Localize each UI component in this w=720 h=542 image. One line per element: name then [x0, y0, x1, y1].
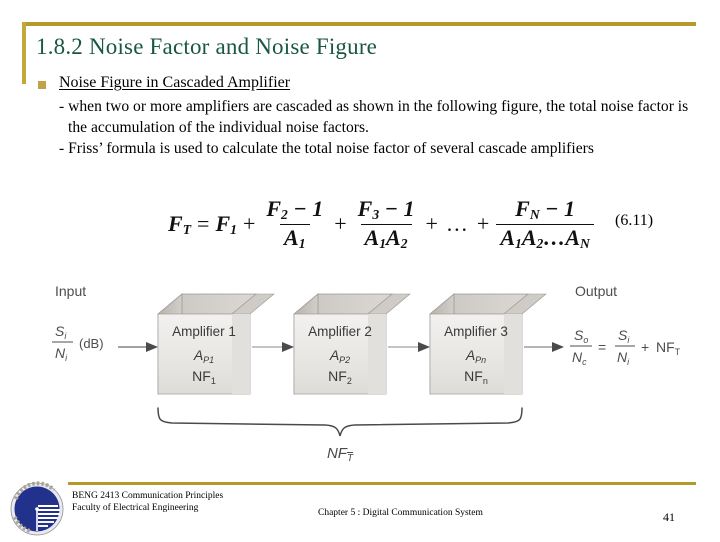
equation-term-1: F1 [215, 210, 237, 237]
svg-text:=: = [598, 339, 606, 355]
footer-line-1: BENG 2413 Communication Principles [72, 491, 224, 501]
amplifier-3-name: Amplifier 3 [444, 324, 508, 339]
body-paragraph-1: - when two or more amplifiers are cascad… [59, 98, 693, 136]
fraction-3-numerator: F3 − 1 [357, 196, 415, 223]
equals-sign: = [197, 211, 210, 236]
input-arrow-icon [118, 342, 158, 352]
figure-output-equation: So Nc = Si Ni + NFT [570, 327, 681, 367]
body-paragraph-2: - Friss’ formula is used to calculate th… [59, 140, 594, 157]
amplifier-2-name: Amplifier 2 [308, 324, 372, 339]
output-arrow-icon [524, 342, 564, 352]
figure-output-label: Output [575, 283, 617, 299]
brace-icon [157, 407, 523, 437]
fraction-2-numerator: F2 − 1 [266, 196, 324, 223]
amplifier-block-1: Amplifier 1 AP1 NF1 [156, 293, 275, 395]
figure-input-ratio: Si Ni (dB) [52, 323, 104, 363]
svg-text:Ni: Ni [55, 345, 68, 363]
square-bullet-icon [38, 81, 46, 89]
amplifier-block-2: Amplifier 2 AP2 NF2 [292, 293, 411, 395]
connector-arrow-2 [388, 342, 430, 352]
svg-text:Nc: Nc [572, 349, 587, 367]
equation-ellipsis: … [445, 211, 469, 236]
page-title: 1.8.2 Noise Factor and Noise Figure [36, 34, 378, 59]
svg-text:Si: Si [55, 323, 67, 341]
svg-text:NFT: NFT [656, 339, 681, 357]
university-logo [8, 481, 68, 537]
fraction-3-denominator: A1A2 [360, 223, 412, 251]
equation-number: (6.11) [615, 212, 654, 229]
footer-course-info: BENG 2413 Communication Principles Facul… [72, 491, 223, 514]
fraction-n-numerator: FN − 1 [515, 196, 576, 223]
cascaded-amplifier-diagram: Input Si Ni (dB) Amplifier 1 AP1 NF1 Amp… [0, 268, 720, 473]
plus-sign-4: + [476, 211, 490, 236]
title-left-rule [22, 22, 26, 84]
footer-line-2: Faculty of Electrical Engineering [72, 502, 199, 513]
amplifier-1-name: Amplifier 1 [172, 324, 236, 339]
body-text: - when two or more amplifiers are cascad… [59, 97, 699, 161]
equation-lhs: FT [168, 210, 192, 237]
footer-rule [68, 482, 696, 485]
equation-fraction-2: F2 − 1 A1 [262, 197, 327, 251]
equation-fraction-n: FN − 1 A1A2…AN [496, 197, 594, 251]
brace-label: NFT [327, 445, 354, 464]
svg-text:Ni: Ni [617, 349, 630, 367]
bullet-row: Noise Figure in Cascaded Amplifier [38, 74, 698, 92]
friss-formula: FT = F1 + F2 − 1 A1 + F3 − 1 A1A2 + … + … [166, 196, 597, 252]
figure-input-label: Input [55, 283, 86, 299]
connector-arrow-1 [252, 342, 294, 352]
fraction-n-denominator: A1A2…AN [496, 223, 594, 251]
svg-text:So: So [574, 327, 588, 345]
slide-canvas: { "slide": { "title": "1.8.2 Noise Facto… [0, 0, 720, 540]
amplifier-block-3: Amplifier 3 APn NFn [428, 293, 547, 395]
fraction-2-denominator: A1 [280, 223, 310, 251]
bullet-heading: Noise Figure in Cascaded Amplifier [59, 74, 291, 91]
plus-sign-1: + [242, 211, 256, 236]
title-top-rule [22, 22, 696, 26]
svg-text:Si: Si [618, 327, 630, 345]
equation-row: FT = F1 + F2 − 1 A1 + F3 − 1 A1A2 + … + … [0, 196, 720, 252]
plus-sign-2: + [334, 211, 347, 236]
figure-input-unit: (dB) [79, 336, 104, 351]
svg-text:+: + [641, 339, 649, 355]
equation-fraction-3: F3 − 1 A1A2 [354, 197, 419, 251]
page-number: 41 [663, 510, 675, 524]
footer-chapter: Chapter 5 : Digital Communication System [318, 508, 483, 518]
plus-sign-3: + [425, 211, 438, 236]
